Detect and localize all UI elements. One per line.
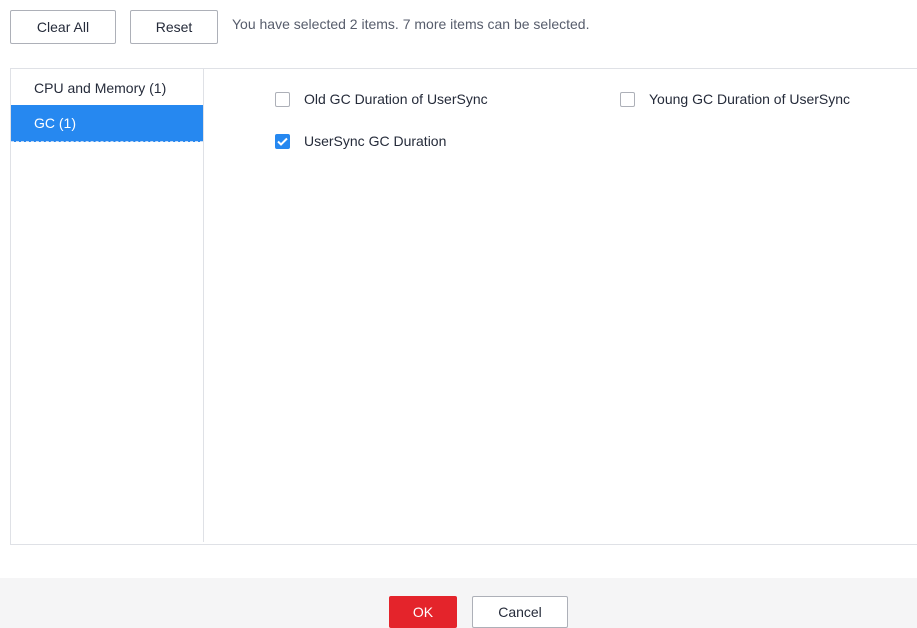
checkbox[interactable] [620,91,635,107]
category-item-gc[interactable]: GC (1) [11,105,203,142]
option-label: UserSync GC Duration [304,133,447,149]
checkbox[interactable] [275,91,290,107]
ok-button[interactable]: OK [389,596,457,628]
selection-hint: You have selected 2 items. 7 more items … [232,16,590,32]
clear-all-button[interactable]: Clear All [10,10,116,44]
selection-panel: CPU and Memory (1) GC (1) Old GC Duratio… [10,68,917,545]
option-area: Old GC Duration of UserSync Young GC Dur… [204,69,917,544]
option-usersync-gc-duration[interactable]: UserSync GC Duration [275,133,446,149]
dialog-footer: OK Cancel [0,578,917,628]
option-label: Old GC Duration of UserSync [304,91,488,107]
option-old-gc-duration[interactable]: Old GC Duration of UserSync [275,91,488,107]
option-label: Young GC Duration of UserSync [649,91,851,107]
cancel-button[interactable]: Cancel [472,596,568,628]
category-list: CPU and Memory (1) GC (1) [11,69,204,542]
checkbox-checked[interactable] [275,133,290,149]
category-label: GC (1) [34,115,76,131]
metric-selection-dialog: Clear All Reset You have selected 2 item… [0,0,917,628]
category-item-cpu-memory[interactable]: CPU and Memory (1) [11,71,203,105]
option-young-gc-duration[interactable]: Young GC Duration of UserSync [620,91,850,107]
check-icon [277,137,288,146]
reset-button[interactable]: Reset [130,10,218,44]
category-label: CPU and Memory (1) [34,80,167,96]
toolbar: Clear All Reset You have selected 2 item… [10,10,589,44]
